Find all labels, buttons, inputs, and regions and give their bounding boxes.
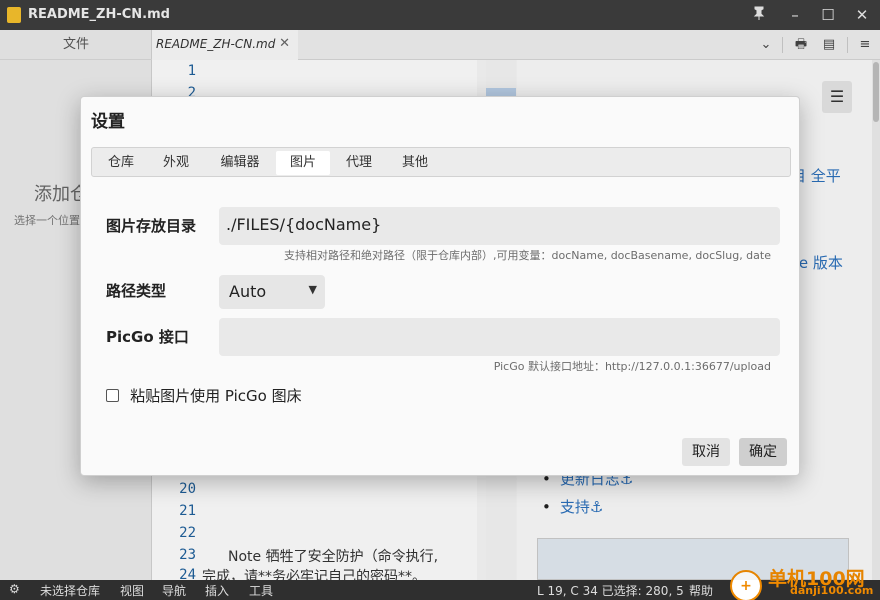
menu-tools[interactable]: 工具 [249,582,273,599]
paste-picgo-checkbox[interactable] [106,389,119,402]
picgo-input[interactable] [219,318,780,356]
picgo-hint: PicGo 默认接口地址：http://127.0.0.1:36677/uplo… [493,360,771,373]
gear-icon[interactable]: ⚙ [9,582,20,596]
maximize-icon[interactable]: ☐ [816,4,840,26]
image-dir-hint: 支持相对路径和绝对路径（限于仓库内部）,可用变量：docName, docBas… [284,249,771,262]
app-icon [7,7,21,23]
tab-proxy[interactable]: 代理 [334,151,384,175]
image-dir-label: 图片存放目录 [106,217,197,235]
minimize-icon[interactable]: – [783,4,807,26]
status-repo[interactable]: 未选择仓库 [40,582,100,599]
paste-picgo-label[interactable]: 粘贴图片使用 PicGo 图床 [130,387,301,405]
path-type-label: 路径类型 [106,282,167,300]
window-title: README_ZH-CN.md [28,7,170,22]
menu-insert[interactable]: 插入 [205,582,229,599]
status-bar: ⚙ 未选择仓库 视图 导航 插入 工具 L 19, C 34 已选择: 280,… [0,568,880,600]
picgo-label: PicGo 接口 [106,328,189,346]
watermark-site: danji100.com [790,584,874,597]
settings-dialog: 设置 仓库 外观 编辑器 图片 代理 其他 图片存放目录 ./FILES/{do… [80,96,800,476]
tab-image[interactable]: 图片 [276,151,330,175]
pin-icon[interactable] [747,4,771,26]
path-type-value: Auto [229,282,267,301]
tab-repo[interactable]: 仓库 [96,151,146,175]
ok-button[interactable]: 确定 [739,438,787,466]
title-bar: README_ZH-CN.md – ☐ ✕ [0,0,880,30]
settings-tabs: 仓库 外观 编辑器 图片 代理 其他 [91,147,791,177]
cancel-button[interactable]: 取消 [682,438,730,466]
tab-other[interactable]: 其他 [390,151,440,175]
tab-appearance[interactable]: 外观 [150,151,202,175]
menu-help[interactable]: 帮助 [689,582,713,599]
tab-editor[interactable]: 编辑器 [208,151,272,175]
menu-nav[interactable]: 导航 [162,582,186,599]
chevron-down-icon: ▼ [308,283,317,296]
image-dir-input[interactable]: ./FILES/{docName} [219,207,780,245]
close-icon[interactable]: ✕ [850,4,874,26]
cursor-info: L 19, C 34 已选择: 280, 5 [537,584,684,598]
paste-picgo-row[interactable]: 粘贴图片使用 PicGo 图床 [106,385,302,406]
path-type-select[interactable]: Auto ▼ [219,275,325,309]
menu-view[interactable]: 视图 [120,582,144,599]
dialog-title: 设置 [91,112,125,132]
